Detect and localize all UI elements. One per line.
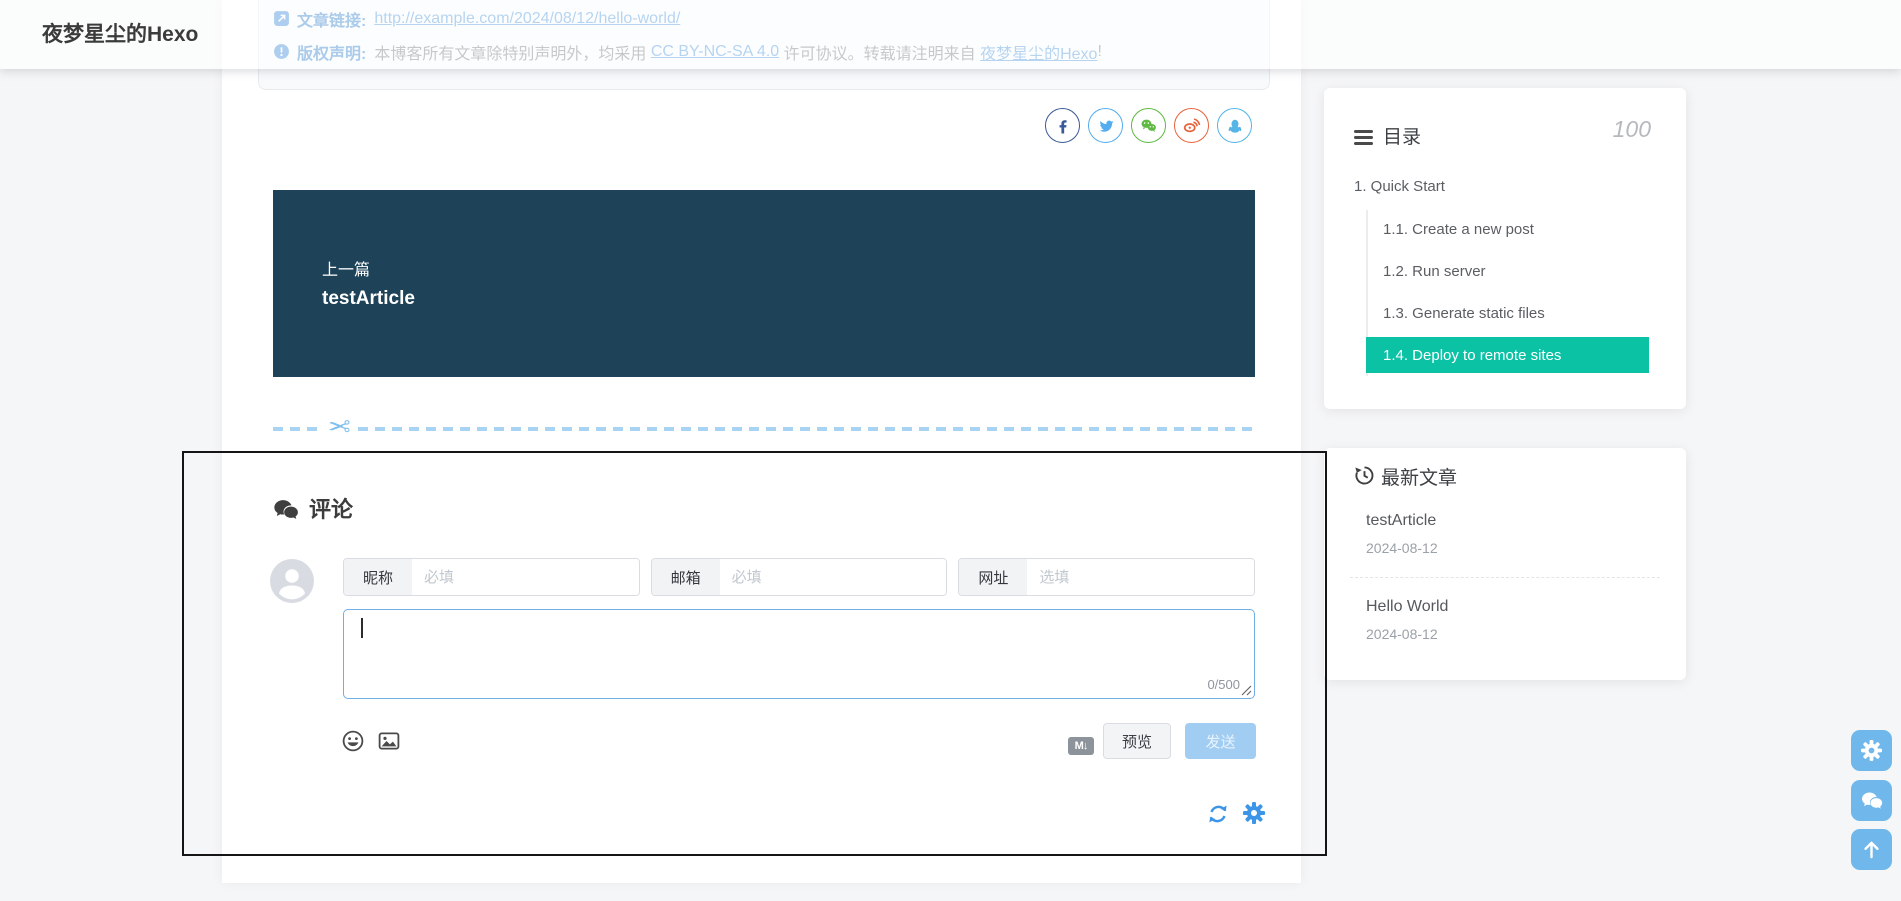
image-upload-button[interactable] xyxy=(377,729,401,753)
toc-list-icon xyxy=(1354,130,1373,148)
website-field-group: 网址 xyxy=(958,558,1256,596)
share-weibo-button[interactable] xyxy=(1174,108,1209,143)
emoji-button[interactable] xyxy=(341,729,365,753)
resize-handle-icon[interactable] xyxy=(1241,685,1252,696)
arrow-up-icon xyxy=(1864,841,1879,859)
comment-textarea[interactable]: 0/500 xyxy=(343,609,1255,699)
wechat-icon xyxy=(1141,119,1156,132)
recent-post-link[interactable]: Hello World xyxy=(1366,598,1448,616)
toc-card: 目录 100 1. Quick Start 1.1. Create a new … xyxy=(1324,88,1686,409)
nickname-label: 昵称 xyxy=(344,559,412,595)
share-row xyxy=(1045,108,1252,143)
settings-float-button[interactable] xyxy=(1851,730,1892,771)
markdown-icon: M↓ xyxy=(1068,737,1094,755)
website-input[interactable] xyxy=(1027,559,1255,595)
comment-settings-gear-icon[interactable] xyxy=(1242,801,1266,825)
comments-float-button[interactable] xyxy=(1851,780,1892,821)
share-wechat-button[interactable] xyxy=(1131,108,1166,143)
site-header: 夜梦星尘的Hexo xyxy=(0,0,1901,69)
weibo-icon xyxy=(1183,118,1201,133)
recent-post-date: 2024-08-12 xyxy=(1366,626,1438,642)
send-button[interactable]: 发送 xyxy=(1185,723,1256,759)
post-end-divider xyxy=(273,427,1255,431)
facebook-icon xyxy=(1059,119,1067,133)
share-facebook-button[interactable] xyxy=(1045,108,1080,143)
reading-progress: 100 xyxy=(1612,116,1651,142)
prev-post-title: testArticle xyxy=(322,288,415,309)
email-input[interactable] xyxy=(719,559,947,595)
recent-posts-card: 最新文章 testArticle 2024-08-12 Hello World … xyxy=(1324,448,1686,680)
recent-posts-divider xyxy=(1350,577,1660,578)
toc-item-run-server[interactable]: 1.2. Run server xyxy=(1383,263,1486,280)
char-counter: 0/500 xyxy=(1207,677,1240,692)
comments-title: 评论 xyxy=(309,497,354,522)
history-icon xyxy=(1355,466,1374,485)
page: 文章链接: http://example.com/2024/08/12/hell… xyxy=(0,0,1901,901)
toc-item-deploy-active[interactable]: 1.4. Deploy to remote sites xyxy=(1366,337,1649,373)
site-title[interactable]: 夜梦星尘的Hexo xyxy=(42,0,198,69)
chat-bubbles-icon xyxy=(1861,792,1882,809)
share-twitter-button[interactable] xyxy=(1088,108,1123,143)
preview-button[interactable]: 预览 xyxy=(1103,723,1171,759)
main-content: 文章链接: http://example.com/2024/08/12/hell… xyxy=(222,0,1301,883)
email-field-group: 邮箱 xyxy=(650,558,948,596)
website-label: 网址 xyxy=(959,559,1028,595)
nickname-input[interactable] xyxy=(412,559,639,595)
email-label: 邮箱 xyxy=(651,559,720,595)
toc-item-generate-files[interactable]: 1.3. Generate static files xyxy=(1383,305,1545,322)
toc-title: 目录 xyxy=(1383,127,1422,148)
prev-post-label: 上一篇 xyxy=(322,262,371,279)
toc-item-quick-start[interactable]: 1. Quick Start xyxy=(1354,178,1445,195)
refresh-comments-button[interactable] xyxy=(1206,802,1230,826)
comment-meta-fields: 昵称 邮箱 网址 xyxy=(343,558,1256,596)
prev-post-card[interactable]: 上一篇 testArticle xyxy=(273,190,1255,377)
toc-item-create-post[interactable]: 1.1. Create a new post xyxy=(1383,221,1534,238)
recent-post-link[interactable]: testArticle xyxy=(1366,512,1436,530)
gear-icon xyxy=(1860,739,1883,762)
recent-posts-title: 最新文章 xyxy=(1381,468,1458,489)
comments-icon xyxy=(274,500,298,519)
avatar xyxy=(270,559,314,603)
recent-post-date: 2024-08-12 xyxy=(1366,540,1438,556)
qq-icon xyxy=(1228,119,1241,133)
twitter-icon xyxy=(1099,120,1113,132)
scissors-icon: ✂ xyxy=(322,409,357,445)
text-caret xyxy=(361,618,363,638)
share-qq-button[interactable] xyxy=(1217,108,1252,143)
nickname-field-group: 昵称 xyxy=(343,558,640,596)
back-to-top-button[interactable] xyxy=(1851,829,1892,870)
